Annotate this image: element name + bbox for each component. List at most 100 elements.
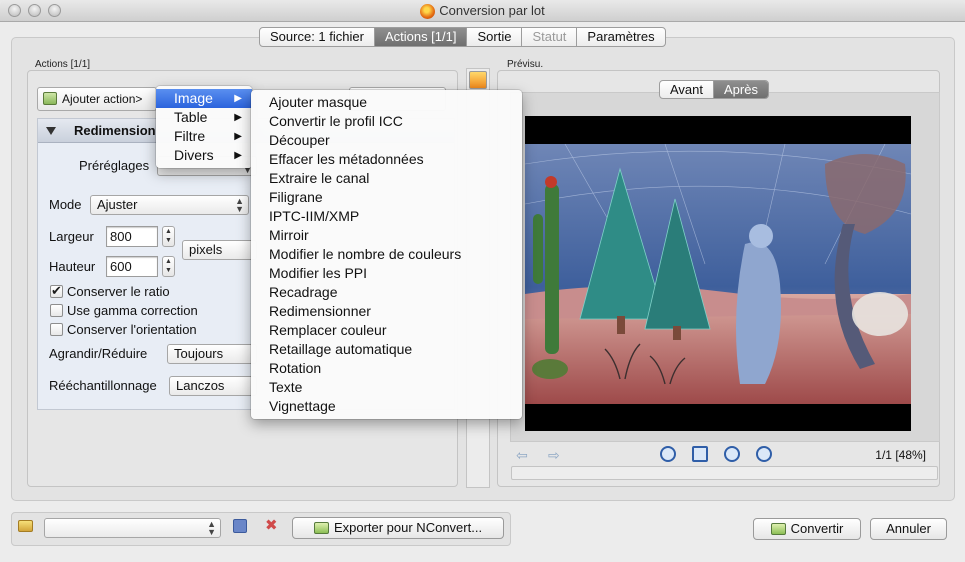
minimize-window-button[interactable] [28,4,41,17]
submenu-item-ppi[interactable]: Modifier les PPI [251,264,522,283]
actions-group-label: Actions [1/1] [35,59,91,70]
resample-label: Rééchantillonnage [49,378,157,393]
resample-select[interactable]: Lanczos [169,376,257,396]
resize-section-title: Redimension [74,123,156,138]
height-label: Hauteur [49,259,96,274]
open-folder-icon[interactable] [18,520,33,532]
tab-source[interactable]: Source: 1 fichier [260,28,375,46]
title-bar: Conversion par lot [0,0,965,22]
submenu-item-add-mask[interactable]: Ajouter masque [251,93,522,112]
width-stepper[interactable]: ▲ ▼ [162,226,175,247]
export-icon [313,522,329,534]
export-nconvert-label: Exporter pour NConvert... [333,520,483,535]
mode-label: Mode [49,197,82,212]
export-nconvert-button[interactable]: Exporter pour NConvert... [292,517,504,539]
tab-settings[interactable]: Paramètres [577,28,664,46]
height-input[interactable]: 600 [106,256,158,277]
delete-preset-icon[interactable]: ✖ [265,518,278,533]
submenu-arrow-icon: ▶ [234,112,242,123]
submenu-item-watermark[interactable]: Filigrane [251,188,522,207]
submenu-item-text[interactable]: Texte [251,378,522,397]
add-action-label: Ajouter action> [62,92,143,106]
submenu-item-icc-profile[interactable]: Convertir le profil ICC [251,112,522,131]
add-action-icon [43,92,57,105]
tab-actions[interactable]: Actions [1/1] [374,28,468,46]
submenu-arrow-icon: ▶ [234,131,242,142]
fit-window-icon[interactable] [692,446,708,462]
gamma-checkbox[interactable] [50,304,63,317]
menu-item-table[interactable]: Table ▶ [156,108,252,127]
preset-select[interactable]: ▲ ▼ [44,518,221,538]
mode-select[interactable]: Ajuster ▲ ▼ [90,195,249,215]
artwork-illustration [525,144,911,404]
submenu-item-replace-color[interactable]: Remplacer couleur [251,321,522,340]
resample-value: Lanczos [176,378,225,393]
orientation-label: Conserver l'orientation [67,322,197,337]
orientation-checkbox[interactable] [50,323,63,336]
zoom-actual-icon[interactable] [724,446,740,462]
convert-label: Convertir [790,521,844,536]
submenu-item-vignette[interactable]: Vignettage [251,397,522,416]
enlarge-value: Toujours [174,346,224,361]
unit-value: pixels [189,242,223,257]
submenu-item-rotation[interactable]: Rotation [251,359,522,378]
preview-tabs: Avant Après [659,80,769,99]
tab-before[interactable]: Avant [660,81,715,98]
zoom-in-icon[interactable] [660,446,676,462]
next-page-icon[interactable]: ⇨ [548,447,560,464]
close-window-button[interactable] [8,4,21,17]
add-action-button[interactable]: Ajouter action> [37,87,157,111]
submenu-item-crop[interactable]: Découper [251,131,522,150]
window-title: Conversion par lot [439,3,545,18]
menu-item-filter-label: Filtre [174,128,206,144]
zoom-window-button[interactable] [48,4,61,17]
submenu-item-auto-trim[interactable]: Retaillage automatique [251,340,522,359]
keep-ratio-label: Conserver le ratio [67,284,170,299]
tab-status: Statut [522,28,578,46]
submenu-item-clear-metadata[interactable]: Effacer les métadonnées [251,150,522,169]
submenu-item-reframe[interactable]: Recadrage [251,283,522,302]
cancel-button[interactable]: Annuler [870,518,947,540]
mode-value: Ajuster [97,197,138,212]
convert-icon [770,523,786,535]
submenu-item-mirror[interactable]: Mirroir [251,226,522,245]
main-tabs: Source: 1 fichier Actions [1/1] Sortie S… [259,27,666,47]
menu-item-image-label: Image [174,90,213,106]
submenu-arrow-icon: ▶ [234,93,242,104]
keep-ratio-checkbox[interactable] [50,283,63,299]
menu-item-filter[interactable]: Filtre ▶ [156,127,252,146]
enlarge-select[interactable]: Toujours [167,344,257,364]
height-stepper[interactable]: ▲ ▼ [162,256,175,277]
image-action-icon[interactable] [469,71,487,89]
cancel-label: Annuler [886,521,931,536]
convert-button[interactable]: Convertir [753,518,861,540]
add-action-menu: Image ▶ Table ▶ Filtre ▶ Divers ▶ [156,86,252,168]
gamma-label: Use gamma correction [67,303,198,318]
submenu-item-resize[interactable]: Redimensionner [251,302,522,321]
tab-output[interactable]: Sortie [467,28,523,46]
page-zoom-readout: 1/1 [48%] [875,448,926,462]
enlarge-label: Agrandir/Réduire [49,346,148,361]
preview-scrollbar[interactable] [511,466,938,480]
image-submenu: Ajouter masque Convertir le profil ICC D… [251,90,522,419]
menu-item-image[interactable]: Image ▶ [156,89,252,108]
menu-item-table-label: Table [174,109,208,125]
submenu-item-iptc[interactable]: IPTC-IIM/XMP [251,207,522,226]
submenu-item-color-count[interactable]: Modifier le nombre de couleurs [251,245,522,264]
zoom-out-icon[interactable] [756,446,772,462]
preview-group-label: Prévisu. [507,59,544,70]
prev-page-icon[interactable]: ⇦ [516,447,528,464]
menu-item-misc[interactable]: Divers ▶ [156,146,252,165]
menu-item-misc-label: Divers [174,147,214,163]
presets-label: Préréglages [79,158,150,173]
batch-window: Conversion par lot Source: 1 fichier Act… [0,0,965,562]
submenu-item-extract-channel[interactable]: Extraire le canal [251,169,522,188]
width-input[interactable]: 800 [106,226,158,247]
tab-after[interactable]: Après [714,81,768,98]
save-preset-icon[interactable] [233,519,247,533]
width-label: Largeur [49,229,94,244]
unit-select[interactable]: pixels [182,240,257,260]
app-logo-icon [420,3,436,19]
collapse-triangle-icon[interactable] [46,127,56,135]
preview-navbar: ⇦ ⇨ 1/1 [48%] [510,444,940,466]
